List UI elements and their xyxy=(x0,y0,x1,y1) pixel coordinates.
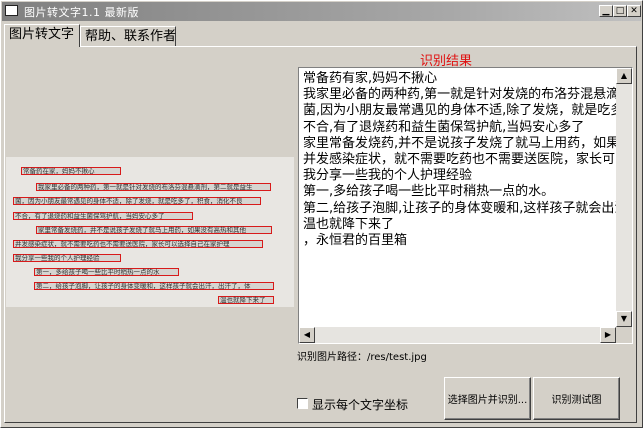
vertical-scrollbar[interactable]: ▲ ▼ xyxy=(616,68,632,327)
tab-help-contact[interactable]: 帮助、联系作者 xyxy=(80,26,176,46)
source-image-text: 温也就降下来了 xyxy=(220,296,266,304)
minimize-icon[interactable]: ▁ xyxy=(599,5,613,17)
scrollbar-corner xyxy=(616,327,632,343)
scroll-right-icon[interactable]: ▶ xyxy=(600,327,616,343)
result-text-line: 不合,有了退烧药和益生菌保驾护航,当妈安心多了 xyxy=(303,119,585,135)
app-icon xyxy=(5,5,18,16)
app-window: 图片转文字1.1 最新版 ▁ □ ✕ 图片转文字 帮助、联系作者 常备药在家，妈… xyxy=(0,0,643,428)
result-text-line: 常备药有家,妈妈不揪心 xyxy=(303,71,438,86)
result-text-line: 家里常备发烧药,并不是说孩子发烧了就马上用药，如果没 xyxy=(303,135,619,151)
result-text-line: 第一,多给孩子喝一些比平时稍热一点的水。 xyxy=(303,184,555,200)
source-image-text: 第二，给孩子泡脚，让孩子的身体变暖和，这样孩子就会出汗，出汗了，体 xyxy=(36,282,251,290)
result-text-line: 温也就降下来了 xyxy=(303,216,395,232)
tab-image-to-text[interactable]: 图片转文字 xyxy=(4,24,80,47)
result-text-line: ，永恒君的百里箱 xyxy=(303,233,408,249)
result-text-line: 并发感染症状，就不需要吃药也不需要送医院，家长可以 xyxy=(303,152,619,168)
select-image-button[interactable]: 选择图片并识别... xyxy=(444,377,531,420)
result-text-line: 第二,给孩子泡脚,让孩子的身体变暖和,这样孩子就会出汗, xyxy=(303,200,619,216)
result-text-line: 我分享一些我的个人护理经验 xyxy=(303,168,473,184)
source-image-text: 不合，有了退烧药和益生菌保驾护航，当妈安心多了 xyxy=(15,212,165,220)
scroll-down-icon[interactable]: ▼ xyxy=(616,311,632,327)
recognize-test-image-button[interactable]: 识别测试图 xyxy=(533,377,620,420)
source-image-text: 我分享一些我的个人护理经验 xyxy=(15,254,100,262)
maximize-icon[interactable]: □ xyxy=(613,5,627,17)
source-image-text: 常备药在家，妈妈不揪心 xyxy=(23,167,95,175)
result-text-line: 菌,因为小朋友最常遇见的身体不适,除了发烧，就是吃多、 xyxy=(303,103,619,119)
show-coordinates-checkbox[interactable] xyxy=(297,398,308,409)
scroll-left-icon[interactable]: ◀ xyxy=(299,327,315,343)
result-textarea[interactable]: 常备药有家,妈妈不揪心 我家里必备的两种药,第一就是针对发烧的布洛芬混悬滴剂 菌,因… xyxy=(298,67,633,344)
result-text: 常备药有家,妈妈不揪心 我家里必备的两种药,第一就是针对发烧的布洛芬混悬滴剂 菌,因… xyxy=(303,71,619,249)
source-image-text: 菌，因为小朋友最常遇见的身体不适，除了发烧，就是吃多了，积食，消化不良 xyxy=(15,197,243,205)
source-image-text: 第一，多给孩子喝一些比平时稍热一点的水 xyxy=(36,268,160,276)
window-title: 图片转文字1.1 最新版 xyxy=(24,6,139,19)
source-image-preview: 常备药在家，妈妈不揪心我家里必备的两种药，第一就是针对发烧的布洛芬混悬滴剂，第二… xyxy=(6,157,294,307)
close-icon[interactable]: ✕ xyxy=(627,5,641,17)
source-image-text: 家里常备发烧药，并不是说孩子发烧了就马上用药，如果没有高热和其他 xyxy=(38,226,246,234)
show-coordinates-label[interactable]: 显示每个文字坐标 xyxy=(312,396,408,413)
image-path-label: 识别图片路径：/res/test.jpg xyxy=(297,352,427,363)
source-image-text: 并发感染症状，就不需要吃药也不需要送医院，家长可以选择自己在家护理 xyxy=(15,240,230,248)
title-bar[interactable]: 图片转文字1.1 最新版 ▁ □ ✕ xyxy=(2,2,641,21)
result-text-line: 我家里必备的两种药,第一就是针对发烧的布洛芬混悬滴剂 xyxy=(303,87,619,103)
scroll-up-icon[interactable]: ▲ xyxy=(616,68,632,84)
horizontal-scrollbar[interactable]: ◀ ▶ xyxy=(299,327,616,343)
source-image-text: 我家里必备的两种药，第一就是针对发烧的布洛芬混悬滴剂，第二就是益生 xyxy=(38,183,253,191)
